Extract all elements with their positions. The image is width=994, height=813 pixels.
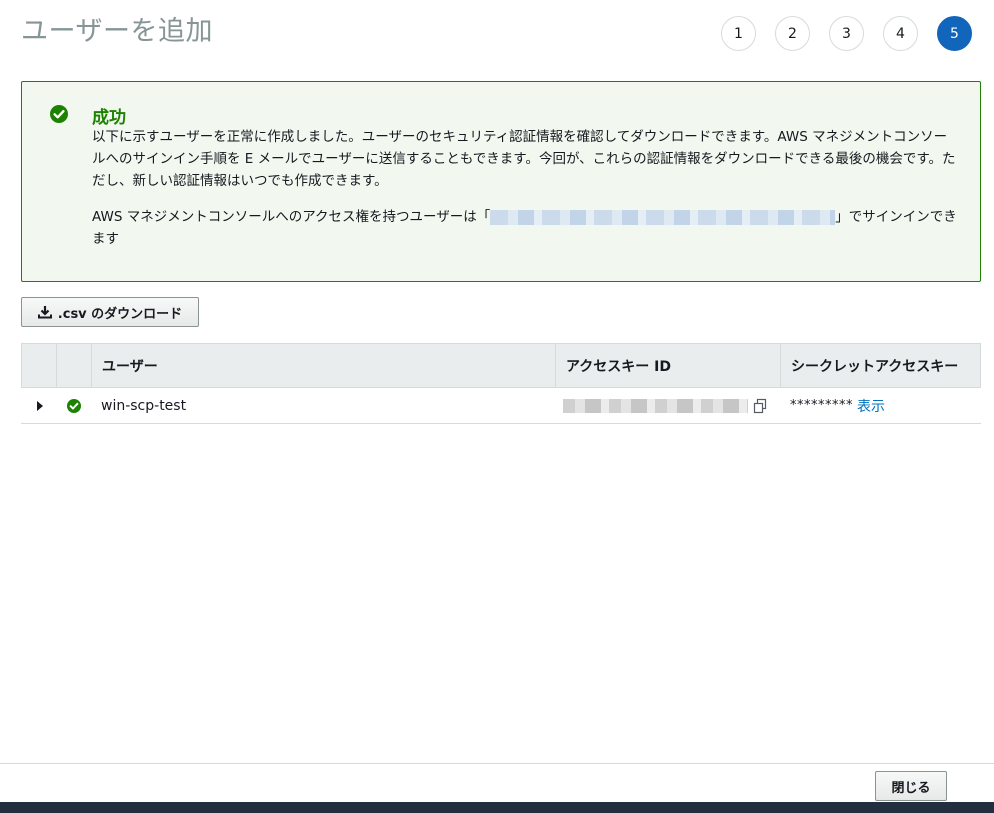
header-expand-column: [21, 344, 56, 387]
caret-right-icon: [36, 400, 43, 411]
redacted-access-key-id: [563, 398, 748, 413]
wizard-step-4[interactable]: 4: [883, 16, 918, 51]
wizard-step-5[interactable]: 5: [937, 16, 972, 51]
console-signin-info: AWS マネジメントコンソールへのアクセス権を持つユーザーは「 」でサインインでき…: [92, 206, 960, 250]
show-secret-link[interactable]: 表示: [857, 396, 885, 416]
alert-message: 以下に示すユーザーを正常に作成しました。ユーザーのセキュリティ認証情報を確認して…: [92, 129, 956, 189]
wizard-step-3[interactable]: 3: [829, 16, 864, 51]
header-secret-access-key[interactable]: シークレットアクセスキー: [780, 344, 981, 387]
users-table: ユーザー アクセスキー ID シークレットアクセスキー win-scp-test: [21, 343, 981, 424]
header-status-column: [56, 344, 91, 387]
success-check-icon: [66, 398, 81, 413]
wizard-step-2[interactable]: 2: [775, 16, 810, 51]
footer-divider: [0, 763, 994, 764]
download-icon: [37, 306, 52, 319]
masked-secret: *********: [790, 398, 853, 413]
close-button[interactable]: 閉じる: [875, 771, 947, 801]
wizard-steps: 1 2 3 4 5: [721, 16, 972, 51]
redacted-signin-url: [490, 209, 836, 225]
download-csv-button[interactable]: .csv のダウンロード: [21, 297, 199, 327]
secret-access-key-cell: ********* 表示: [780, 388, 981, 423]
add-user-page: ユーザーを追加 1 2 3 4 5 成功 以下に示すユーザーを正常に作成しました…: [0, 0, 994, 813]
expand-row-toggle[interactable]: [21, 388, 56, 423]
alert-title: 成功: [92, 108, 126, 128]
page-title: ユーザーを追加: [21, 16, 213, 47]
success-alert: 成功 以下に示すユーザーを正常に作成しました。ユーザーのセキュリティ認証情報を確…: [21, 81, 981, 282]
access-key-id-cell: [555, 388, 780, 423]
download-csv-label: .csv のダウンロード: [57, 306, 183, 322]
user-name-cell: win-scp-test: [101, 397, 187, 414]
header-access-key-id[interactable]: アクセスキー ID: [555, 344, 780, 387]
copy-icon[interactable]: [752, 398, 768, 414]
alert-body: 以下に示すユーザーを正常に作成しました。ユーザーのセキュリティ認証情報を確認して…: [92, 126, 960, 250]
header-user[interactable]: ユーザー: [91, 344, 555, 387]
table-row: win-scp-test ********* 表示: [21, 388, 981, 424]
bottom-bar: [0, 802, 994, 813]
row-status-cell: [56, 388, 91, 423]
console-signin-prefix: AWS マネジメントコンソールへのアクセス権を持つユーザーは「: [92, 209, 491, 225]
success-check-icon: [50, 105, 68, 123]
table-header: ユーザー アクセスキー ID シークレットアクセスキー: [21, 343, 981, 388]
wizard-step-1[interactable]: 1: [721, 16, 756, 51]
